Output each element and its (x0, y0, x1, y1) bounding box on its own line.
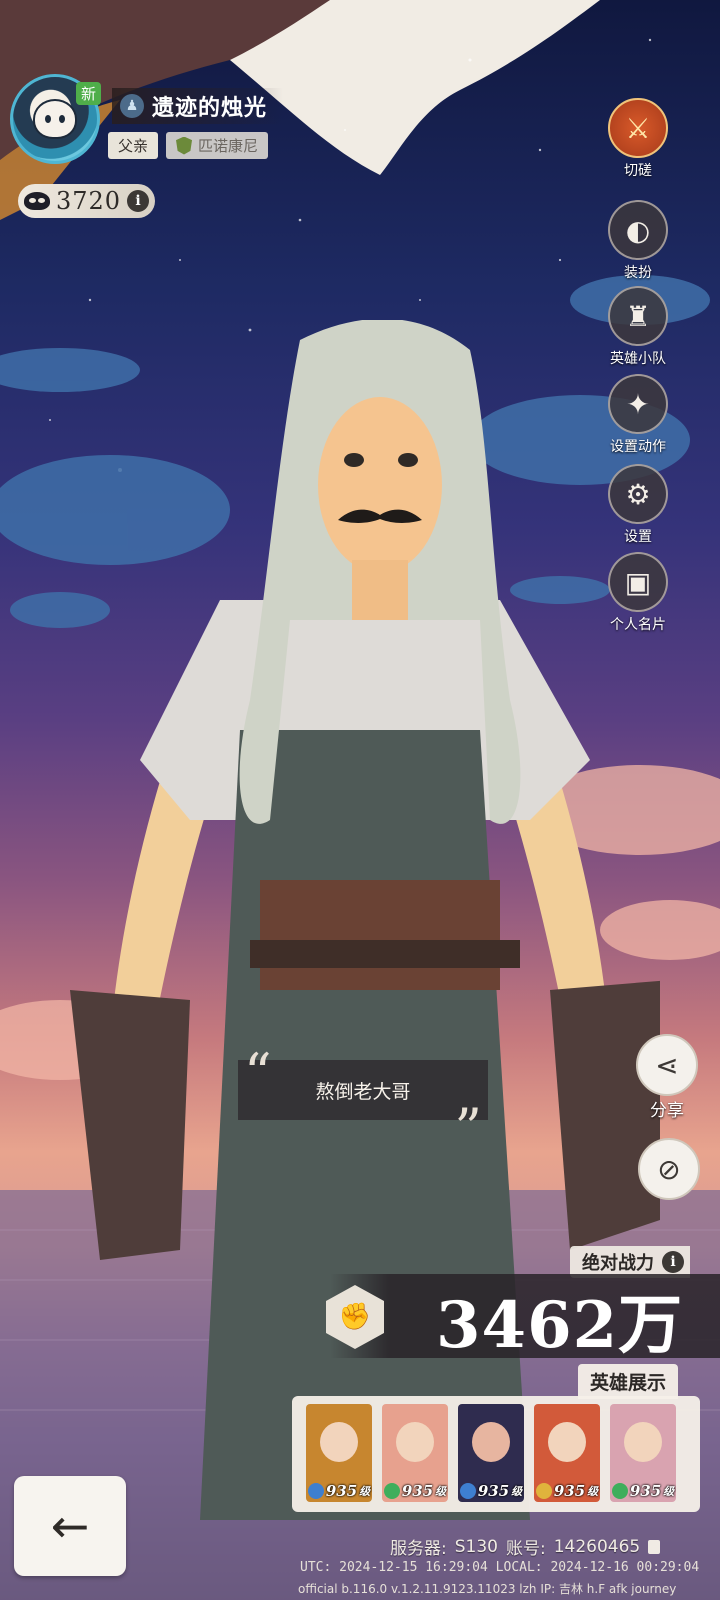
share-icon: ⋖ (636, 1034, 698, 1096)
server-label: 服务器: (390, 1539, 447, 1559)
hero-card[interactable]: 935 级 (610, 1404, 676, 1502)
player-name: 遗迹的烛光 (152, 96, 268, 121)
hero-portrait (320, 1422, 358, 1462)
profile-card-button[interactable]: ▣ 个人名片 (603, 552, 673, 634)
faction-icon (307, 1483, 324, 1499)
hero-level: 935 级 (610, 1482, 676, 1500)
new-badge: 新 (76, 82, 102, 105)
outfit-button[interactable]: ◐ 装扮 (603, 200, 673, 282)
faction-icon (535, 1483, 552, 1499)
hero-portrait (472, 1422, 510, 1462)
hero-level-unit: 级 (359, 1485, 371, 1498)
set-pose-button[interactable]: ✦ 设置动作 (603, 374, 673, 456)
hero-squad-label: 英雄小队 (610, 351, 666, 367)
hero-card[interactable]: 935 级 (306, 1404, 372, 1502)
back-arrow-icon: ← (50, 1499, 90, 1553)
close-quote-mark: ” (454, 1097, 482, 1160)
outfit-label: 装扮 (624, 265, 652, 281)
utc-time-line: UTC: 2024-12-15 16:29:04 LOCAL: 2024-12-… (300, 1560, 700, 1575)
duel-button[interactable]: ⚔ 切磋 (603, 98, 673, 180)
character-quote: “ 熬倒老大哥 ” (238, 1042, 488, 1160)
hide-ui-button[interactable]: ⊘ (638, 1138, 700, 1200)
set-pose-label: 设置动作 (610, 439, 666, 455)
guild-tag[interactable]: 匹诺康尼 (166, 132, 269, 159)
faction-icon (383, 1483, 400, 1499)
id-card-icon: ▣ (608, 552, 668, 612)
hero-portrait (624, 1422, 662, 1462)
hero-level-value: 935 (553, 1482, 586, 1500)
hero-level-unit: 级 (587, 1485, 599, 1498)
duel-label: 切磋 (624, 163, 652, 179)
share-label: 分享 (650, 1101, 684, 1121)
hero-level: 935 级 (306, 1482, 372, 1500)
eye-hide-icon: ⊘ (657, 1152, 681, 1186)
hero-level: 935 级 (458, 1482, 524, 1500)
hero-card[interactable]: 935 级 (382, 1404, 448, 1502)
mask-currency: 3720 i (18, 184, 156, 218)
hero-level-value: 935 (477, 1482, 510, 1500)
hero-card[interactable]: 935 级 (534, 1404, 600, 1502)
heroes-showcase-label: 英雄展示 (578, 1364, 679, 1399)
account-label: 账号: (505, 1539, 546, 1559)
hero-level-unit: 级 (435, 1485, 447, 1498)
faction-icon (611, 1483, 628, 1499)
power-value: 3462万 (436, 1288, 684, 1363)
back-button[interactable]: ← (14, 1476, 126, 1576)
hero-card[interactable]: 935 级 (458, 1404, 524, 1502)
squad-icon: ♜ (608, 286, 668, 346)
settings-button[interactable]: ⚙ 设置 (603, 464, 673, 546)
hero-squad-button[interactable]: ♜ 英雄小队 (603, 286, 673, 368)
player-name-plate: ♟ 遗迹的烛光 (112, 88, 284, 124)
profile-card-label: 个人名片 (610, 617, 666, 633)
account-value: 14260465 (553, 1536, 641, 1557)
hero-level: 935 级 (382, 1482, 448, 1500)
share-button[interactable]: ⋖ 分享 (636, 1034, 698, 1121)
hero-level: 935 级 (534, 1482, 600, 1500)
heroes-showcase-panel: 935 级 935 级 935 级 935 级 935 级 (292, 1396, 700, 1512)
mask-icon (24, 192, 50, 210)
hero-level-value: 935 (325, 1482, 358, 1500)
build-info-line: official b.116.0 v.1.2.11.9123.11023 lzh… (298, 1582, 677, 1596)
player-rank-icon: ♟ (120, 94, 144, 118)
server-account-row: 服务器: S130 账号: 14260465 (390, 1534, 661, 1559)
guild-name: 匹诺康尼 (198, 137, 259, 155)
player-avatar[interactable]: 新 (10, 74, 102, 166)
copy-icon[interactable] (648, 1539, 661, 1554)
hero-level-unit: 级 (511, 1485, 523, 1498)
hero-level-value: 935 (629, 1482, 662, 1500)
faction-icon (459, 1483, 476, 1499)
player-title-tag[interactable]: 父亲 (108, 132, 159, 159)
quote-text: 熬倒老大哥 (315, 1080, 411, 1103)
mask-info-icon[interactable]: i (127, 190, 150, 212)
hero-level-unit: 级 (663, 1485, 675, 1498)
power-label: 绝对战力 (582, 1253, 654, 1274)
gear-icon: ⚙ (608, 464, 668, 524)
hero-portrait (548, 1422, 586, 1462)
title-row: 父亲 匹诺康尼 (108, 132, 269, 159)
avatar-face (33, 99, 77, 139)
pose-icon: ✦ (608, 374, 668, 434)
guild-emblem-icon (176, 136, 193, 155)
power-info-icon[interactable]: i (662, 1251, 684, 1273)
mask-icon: ◐ (608, 200, 668, 260)
server-value: S130 (454, 1536, 498, 1557)
settings-label: 设置 (624, 529, 652, 545)
crossed-swords-icon: ⚔ (608, 98, 668, 158)
hero-portrait (396, 1422, 434, 1462)
mask-count-value: 3720 (56, 187, 122, 215)
open-quote-mark: “ (244, 1042, 272, 1105)
hero-level-value: 935 (401, 1482, 434, 1500)
